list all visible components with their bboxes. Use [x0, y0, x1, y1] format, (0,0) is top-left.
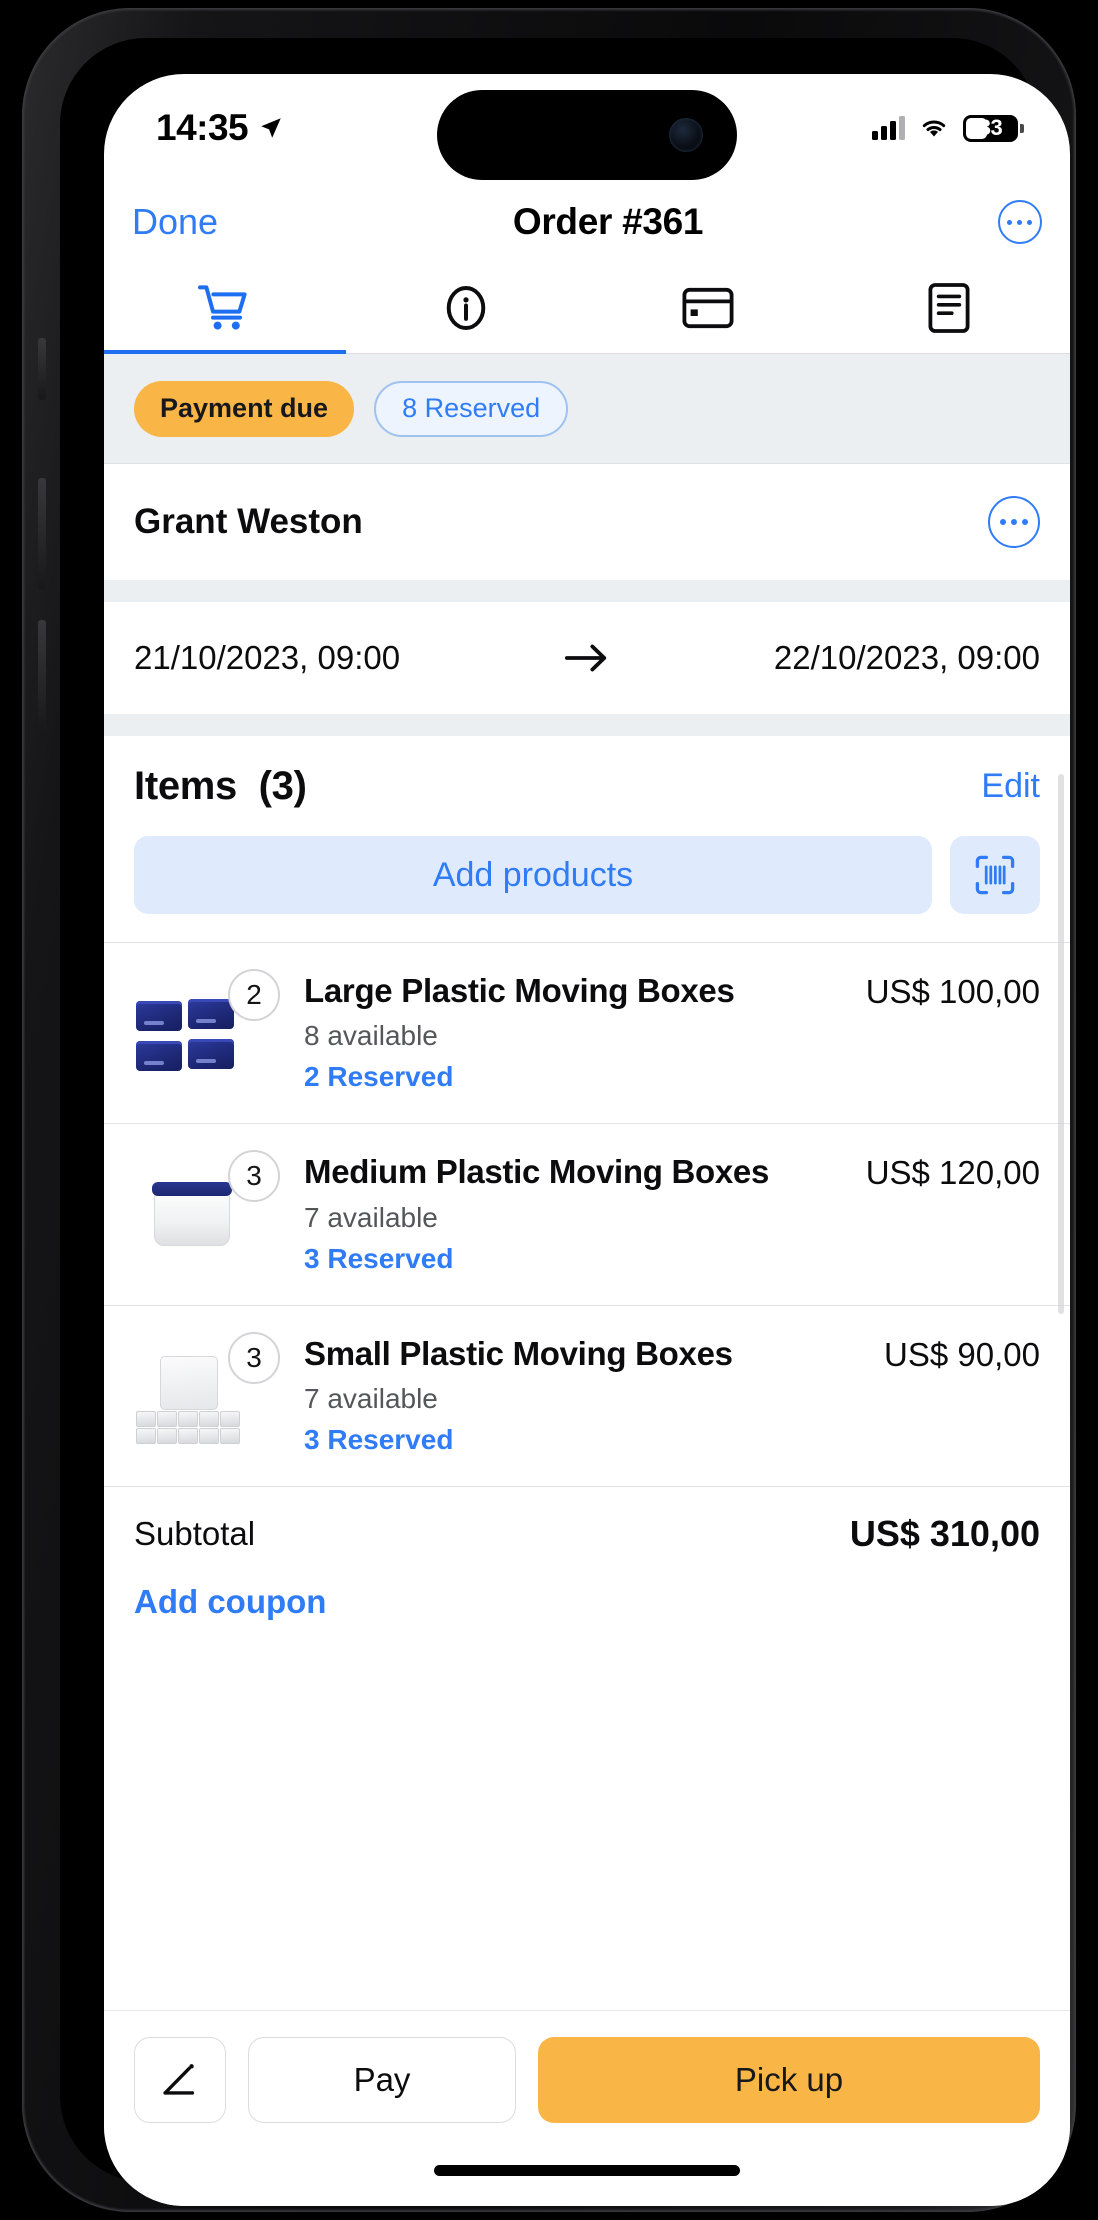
info-circle-icon [446, 285, 486, 330]
credit-card-icon [682, 287, 734, 328]
page-title: Order #361 [512, 201, 704, 242]
screenshot-stage: 14:35 33 Done Order #361 Payment due 8 R… [0, 0, 1098, 2220]
pickup-button[interactable]: Pick up [538, 2037, 1040, 2123]
battery-cap [1020, 123, 1024, 133]
tab-documents[interactable] [829, 262, 1071, 353]
end-date: 22/10/2023, 09:00 [773, 639, 1040, 676]
location-arrow-icon [261, 118, 281, 138]
section-divider [104, 580, 1070, 602]
status-time: 14:35 [156, 107, 249, 148]
subtotal-label: Subtotal [134, 1514, 256, 1552]
tab-cart[interactable] [104, 262, 346, 355]
scrollbar[interactable] [1058, 774, 1064, 1314]
volume-down-button[interactable] [38, 620, 46, 732]
tab-payment[interactable] [587, 262, 829, 353]
white-tote-box-image [152, 1182, 232, 1247]
dynamic-island [437, 90, 737, 180]
subtotal-value: US$ 310,00 [849, 1512, 1040, 1554]
add-products-button[interactable]: Add products [134, 836, 932, 914]
status-time-group: 14:35 [156, 107, 284, 149]
product-row[interactable]: 3 Small Plastic Moving Boxes 7 available… [104, 1304, 1070, 1486]
arrow-right-icon [564, 644, 607, 672]
phone-frame: 14:35 33 Done Order #361 Payment due 8 R… [22, 8, 1076, 2212]
document-icon [928, 282, 970, 333]
product-price: US$ 90,00 [884, 1335, 1040, 1373]
product-reserved[interactable]: 3 Reserved [304, 1243, 866, 1275]
add-products-row: Add products [104, 836, 1070, 942]
add-coupon-button[interactable]: Add coupon [134, 1583, 1040, 1621]
more-options-icon[interactable] [997, 200, 1042, 244]
tab-bar [104, 262, 1071, 355]
status-icons-group: 33 [872, 114, 1024, 142]
product-details: 3 Small Plastic Moving Boxes 7 available… [228, 1331, 884, 1456]
product-price: US$ 100,00 [865, 973, 1040, 1010]
product-reserved[interactable]: 2 Reserved [304, 1061, 866, 1093]
status-badge-payment-due[interactable]: Payment due [134, 380, 355, 437]
totals-section: Subtotal US$ 310,00 Add coupon [104, 1485, 1070, 1631]
items-title-group: Items (3) [134, 764, 307, 809]
product-details: 2 Large Plastic Moving Boxes 8 available… [228, 969, 866, 1093]
product-quantity-badge: 3 [228, 1150, 280, 1203]
product-availability: 7 available [304, 1201, 438, 1233]
product-thumbnail [134, 985, 242, 1085]
product-thumbnail [134, 1348, 242, 1448]
section-divider-2 [104, 714, 1070, 736]
items-title: Items [134, 763, 237, 808]
cellular-signal-icon [872, 116, 905, 140]
front-camera-icon [669, 118, 703, 152]
signature-pen-icon [163, 2064, 195, 2095]
wifi-icon [922, 120, 946, 137]
start-date: 21/10/2023, 09:00 [134, 639, 401, 676]
volume-up-button[interactable] [38, 478, 46, 590]
battery-icon: 33 [963, 114, 1024, 142]
customer-more-options-icon[interactable] [988, 496, 1040, 548]
customer-row[interactable]: Grant Weston [104, 464, 1070, 580]
product-reserved[interactable]: 3 Reserved [304, 1424, 884, 1456]
status-badges: Payment due 8 Reserved [104, 354, 1070, 464]
status-badge-reserved[interactable]: 8 Reserved [374, 380, 569, 437]
product-row[interactable]: 2 Large Plastic Moving Boxes 8 available… [104, 942, 1070, 1123]
product-availability: 7 available [304, 1382, 438, 1414]
small-white-boxes-image [134, 1348, 242, 1448]
pay-button[interactable]: Pay [248, 2037, 516, 2123]
subtotal-row: Subtotal US$ 310,00 [134, 1513, 1040, 1555]
product-availability: 8 available [304, 1020, 438, 1052]
silent-switch[interactable] [38, 338, 46, 400]
battery-level-label: 33 [978, 115, 1003, 140]
home-indicator[interactable] [434, 2165, 740, 2176]
product-details: 3 Medium Plastic Moving Boxes 7 availabl… [228, 1150, 866, 1275]
product-quantity-badge: 3 [228, 1331, 280, 1384]
items-header: Items (3) Edit [104, 736, 1070, 836]
signature-button[interactable] [134, 2037, 226, 2123]
tab-info[interactable] [346, 262, 588, 353]
shopping-cart-icon [197, 284, 247, 330]
product-quantity-badge: 2 [228, 969, 280, 1021]
done-button[interactable]: Done [132, 201, 218, 243]
items-section: Items (3) Edit Add products 2 Large Plas… [104, 736, 1070, 1631]
product-name: Small Plastic Moving Boxes [304, 1334, 733, 1372]
navigation-bar: Done Order #361 [104, 182, 1070, 262]
items-count: (3) [258, 763, 307, 808]
action-footer: Pay Pick up [104, 2010, 1070, 2206]
rental-period-row[interactable]: 21/10/2023, 09:00 22/10/2023, 09:00 [104, 602, 1070, 714]
phone-screen: 14:35 33 Done Order #361 Payment due 8 R… [104, 74, 1070, 2206]
barcode-scan-icon [975, 855, 1015, 895]
product-thumbnail [134, 1166, 242, 1266]
phone-bezel: 14:35 33 Done Order #361 Payment due 8 R… [60, 38, 1070, 2206]
product-name: Medium Plastic Moving Boxes [304, 1153, 770, 1191]
product-price: US$ 120,00 [865, 1154, 1040, 1192]
customer-name: Grant Weston [134, 502, 363, 541]
edit-items-button[interactable]: Edit [981, 767, 1040, 806]
product-name: Large Plastic Moving Boxes [304, 972, 735, 1009]
blue-moving-boxes-image [134, 985, 242, 1085]
scan-barcode-button[interactable] [950, 836, 1040, 914]
product-row[interactable]: 3 Medium Plastic Moving Boxes 7 availabl… [104, 1123, 1070, 1304]
